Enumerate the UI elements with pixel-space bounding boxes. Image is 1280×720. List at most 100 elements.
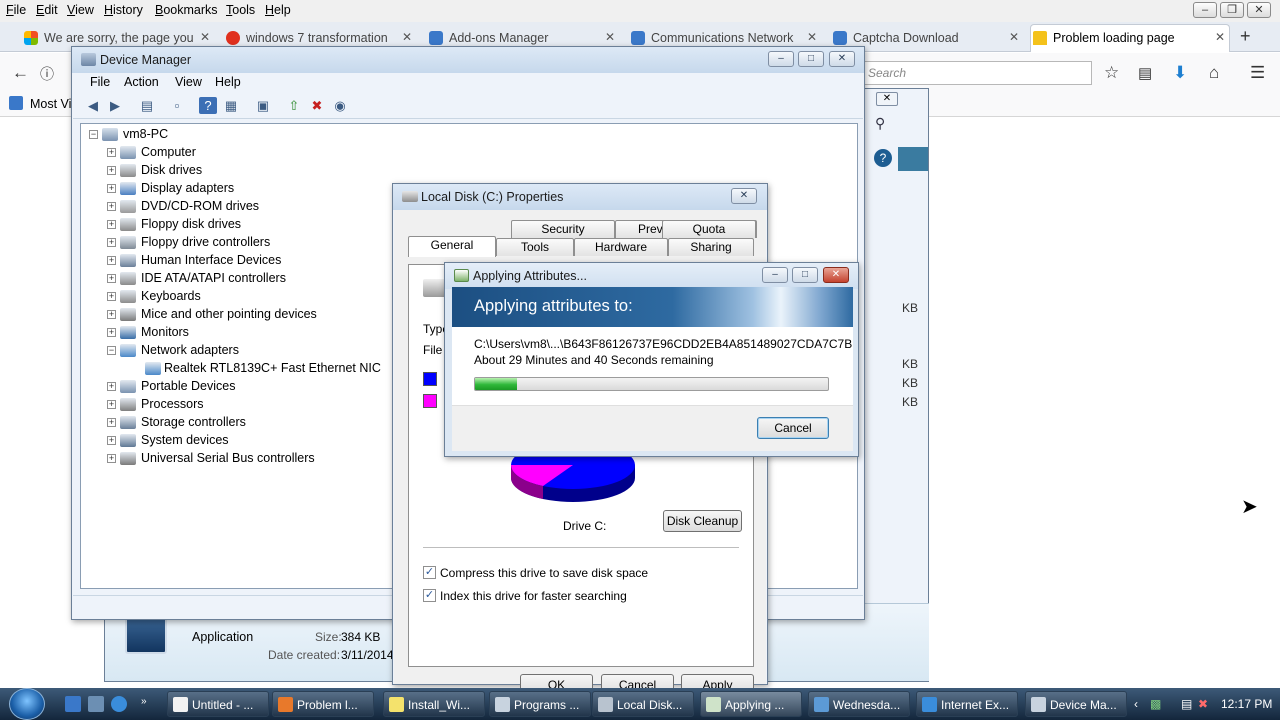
internet-explorer-icon[interactable] (111, 696, 127, 712)
switch-windows-icon[interactable] (88, 696, 104, 712)
help-icon[interactable]: ? (199, 97, 217, 114)
menu-view[interactable]: View (67, 3, 94, 17)
menu-action[interactable]: Action (124, 75, 159, 89)
expand-icon[interactable]: + (107, 256, 116, 265)
download-icon[interactable]: ⬇ (1173, 63, 1187, 83)
tab-sharing[interactable]: Sharing (668, 238, 754, 256)
expand-icon[interactable]: + (107, 148, 116, 157)
tray-monitor-icon[interactable]: ▤ (1181, 697, 1192, 711)
chevron-right-icon[interactable]: » (141, 696, 147, 707)
expand-icon[interactable]: + (107, 220, 116, 229)
tray-volume-muted-icon[interactable]: ✖ (1198, 697, 1208, 711)
tab-problem-loading[interactable]: Problem loading page ✕ (1030, 24, 1230, 52)
menu-history[interactable]: History (104, 3, 143, 17)
taskbar-button[interactable]: Problem l... (272, 691, 374, 717)
new-tab-icon[interactable]: + (1240, 26, 1251, 47)
expand-icon[interactable]: + (107, 274, 116, 283)
menu-help[interactable]: Help (215, 75, 241, 89)
chevron-left-icon[interactable]: ‹ (1134, 697, 1138, 711)
bookmark-star-icon[interactable]: ☆ (1104, 63, 1119, 83)
tab-general[interactable]: General (408, 236, 496, 257)
taskbar-button[interactable]: Internet Ex... (916, 691, 1018, 717)
expand-icon[interactable]: + (107, 310, 116, 319)
taskbar-button[interactable]: Wednesda... (808, 691, 910, 717)
index-checkbox[interactable]: ✓ (423, 589, 436, 602)
close-icon[interactable]: ✕ (876, 92, 898, 106)
minimize-icon[interactable]: – (762, 267, 788, 283)
console-tree-icon[interactable]: ▤ (138, 97, 156, 114)
reading-list-icon[interactable]: ▤ (1138, 64, 1152, 82)
maximize-icon[interactable]: □ (792, 267, 818, 283)
compress-checkbox[interactable]: ✓ (423, 566, 436, 579)
expand-icon[interactable]: + (107, 382, 116, 391)
taskbar-button[interactable]: Untitled - ... (167, 691, 269, 717)
taskbar-button[interactable]: Applying ... (700, 691, 802, 717)
search-icon[interactable]: ⚲ (875, 115, 885, 132)
tab-security[interactable]: Security (511, 220, 615, 238)
minimize-icon[interactable]: – (768, 51, 794, 67)
restore-icon[interactable]: ❐ (1220, 2, 1244, 18)
menu-edit[interactable]: Edit (36, 3, 58, 17)
close-icon[interactable]: ✕ (823, 267, 849, 283)
expand-icon[interactable]: + (107, 202, 116, 211)
home-icon[interactable]: ⌂ (1209, 63, 1219, 83)
minimize-icon[interactable]: – (1193, 2, 1217, 18)
close-tab-icon[interactable]: ✕ (200, 30, 210, 44)
scan-hardware-icon[interactable]: ▣ (254, 97, 272, 114)
help-icon[interactable]: ? (874, 149, 892, 167)
show-hide-icon[interactable]: ▦ (222, 97, 240, 114)
disable-device-icon[interactable]: ◉ (331, 97, 349, 114)
expand-icon[interactable]: + (107, 436, 116, 445)
taskbar-button[interactable]: Programs ... (489, 691, 591, 717)
update-driver-icon[interactable]: ⇧ (285, 97, 303, 114)
close-tab-icon[interactable]: ✕ (605, 30, 615, 44)
tray-network-icon[interactable]: ▩ (1150, 697, 1161, 711)
expand-icon[interactable]: + (107, 238, 116, 247)
taskbar-button[interactable]: Install_Wi... (383, 691, 485, 717)
close-icon[interactable]: ✕ (731, 188, 757, 204)
disk-cleanup-button[interactable]: Disk Cleanup (663, 510, 742, 532)
taskbar-button[interactable]: Local Disk... (592, 691, 694, 717)
close-tab-icon[interactable]: ✕ (402, 30, 412, 44)
clock[interactable]: 12:17 PM (1221, 697, 1272, 711)
tab-tools[interactable]: Tools (496, 238, 574, 256)
close-tab-icon[interactable]: ✕ (1215, 30, 1225, 44)
expand-icon[interactable]: + (107, 166, 116, 175)
maximize-icon[interactable]: □ (798, 51, 824, 67)
expand-icon[interactable]: + (107, 292, 116, 301)
show-desktop-icon[interactable] (65, 696, 81, 712)
properties-icon[interactable]: ▫ (168, 97, 186, 114)
back-icon[interactable]: ◀ (84, 97, 102, 114)
collapse-icon[interactable]: − (89, 130, 98, 139)
close-tab-icon[interactable]: ✕ (1009, 30, 1019, 44)
uninstall-icon[interactable]: ✖ (308, 97, 326, 114)
expand-icon[interactable]: + (107, 184, 116, 193)
start-button[interactable] (9, 688, 45, 720)
device-category-icon (120, 182, 136, 195)
bookmark-most-visited[interactable]: Most Vi (30, 97, 71, 111)
back-icon[interactable]: ← (12, 63, 29, 83)
search-input[interactable]: Search (862, 61, 1092, 85)
progress-fill (475, 378, 518, 390)
close-icon[interactable]: ✕ (1247, 2, 1271, 18)
close-icon[interactable]: ✕ (829, 51, 855, 67)
taskbar-button[interactable]: Device Ma... (1025, 691, 1127, 717)
info-icon[interactable]: ⓘ (40, 64, 54, 84)
tab-hardware[interactable]: Hardware (574, 238, 668, 256)
menu-hamburger-icon[interactable]: ☰ (1250, 63, 1265, 83)
expand-icon[interactable]: + (107, 400, 116, 409)
close-tab-icon[interactable]: ✕ (807, 30, 817, 44)
menu-file[interactable]: File (6, 3, 26, 17)
expand-icon[interactable]: + (107, 328, 116, 337)
collapse-icon[interactable]: − (107, 346, 116, 355)
menu-bookmarks[interactable]: Bookmarks (155, 3, 218, 17)
expand-icon[interactable]: + (107, 418, 116, 427)
menu-file[interactable]: File (90, 75, 110, 89)
cancel-button[interactable]: Cancel (757, 417, 829, 439)
tab-quota[interactable]: Quota (662, 220, 756, 238)
menu-tools[interactable]: Tools (226, 3, 255, 17)
expand-icon[interactable]: + (107, 454, 116, 463)
menu-help[interactable]: Help (265, 3, 291, 17)
forward-icon[interactable]: ▶ (106, 97, 124, 114)
menu-view[interactable]: View (175, 75, 202, 89)
